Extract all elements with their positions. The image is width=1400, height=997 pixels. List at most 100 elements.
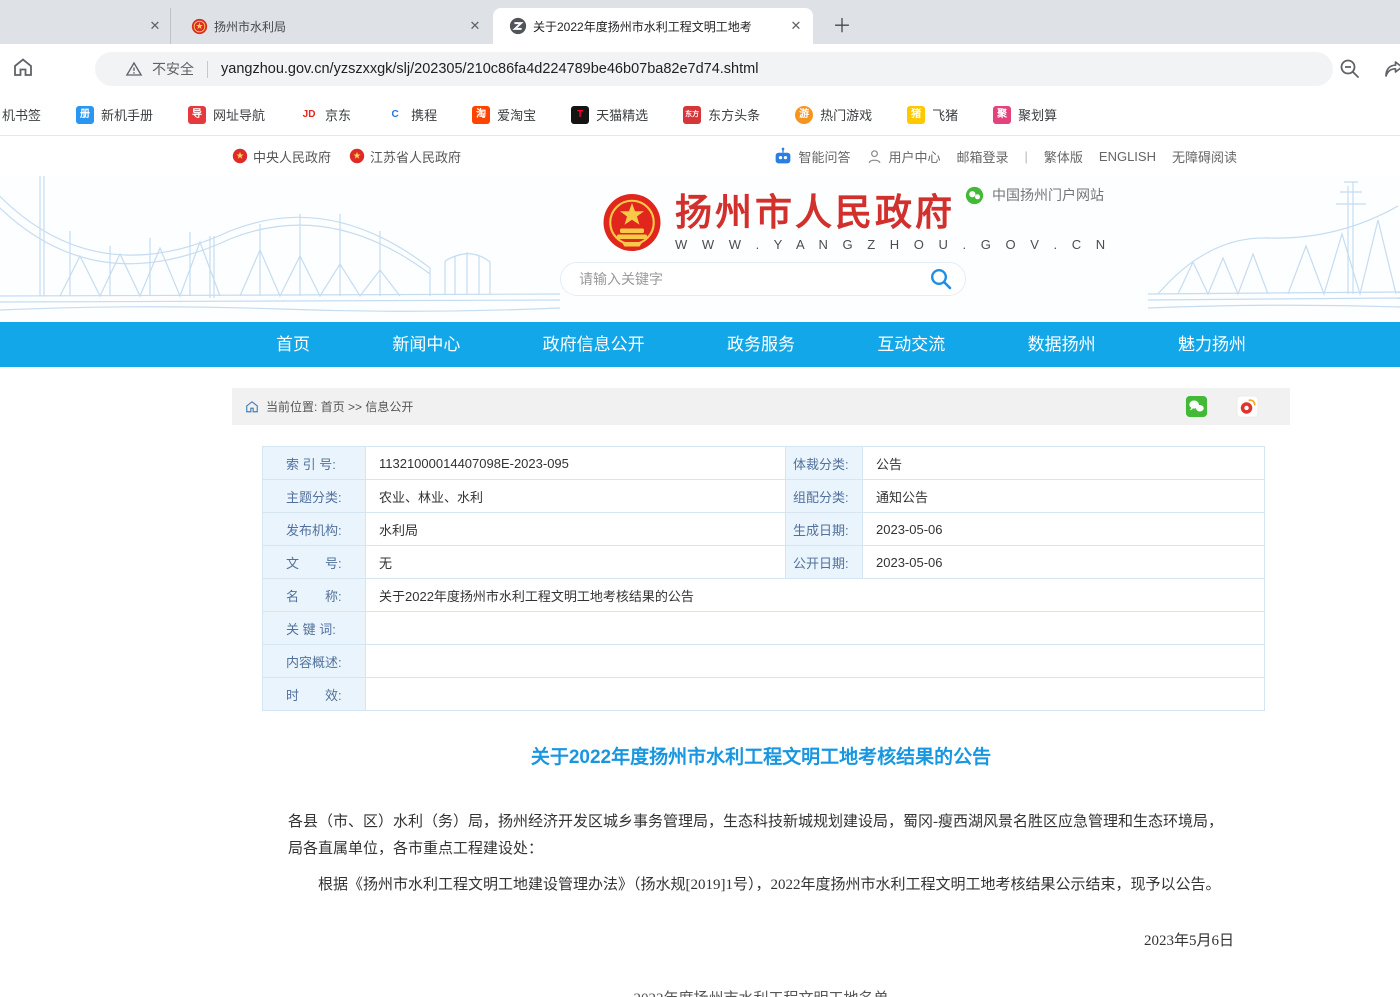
- link-label: 无障碍阅读: [1172, 147, 1237, 166]
- nav-item-news[interactable]: 新闻中心: [392, 322, 460, 367]
- bookmark-item[interactable]: T 天猫精选: [571, 105, 648, 124]
- home-button-icon[interactable]: [11, 55, 35, 84]
- meta-label: 体裁分类:: [786, 447, 863, 480]
- bookmark-item[interactable]: JD 京东: [300, 105, 351, 124]
- bookmark-label: 网址导航: [213, 105, 265, 124]
- tab-hidden[interactable]: ✕: [0, 8, 170, 44]
- bookmark-label: 机书签: [2, 105, 41, 124]
- not-secure-label: 不安全: [152, 59, 194, 79]
- link-user-center[interactable]: 用户中心: [866, 147, 940, 166]
- bookmark-label: 爱淘宝: [497, 105, 536, 124]
- meta-label: 公开日期:: [786, 546, 863, 579]
- meta-value: 11321000014407098E-2023-095: [366, 447, 786, 480]
- table-row: 发布机构: 水利局 生成日期: 2023-05-06: [263, 513, 1265, 546]
- bookmarks-bar: 机书签 册 新机手册 导 网址导航 JD 京东 C 携程 淘 爱淘宝 T 天猫精…: [0, 94, 1400, 136]
- meta-label: 时 效:: [263, 678, 366, 711]
- bookmark-item[interactable]: C 携程: [386, 105, 437, 124]
- browser-address-bar: 不安全 yangzhou.gov.cn/yzszxxgk/slj/202305/…: [0, 44, 1400, 94]
- bookmark-item[interactable]: 导 网址导航: [188, 105, 265, 124]
- content-container: 当前位置: 首页 >> 信息公开 索 引 号: 1132100001440709…: [232, 388, 1290, 997]
- table-row: 时 效:: [263, 678, 1265, 711]
- wechat-share-button-icon[interactable]: [1185, 395, 1208, 418]
- robot-icon: [773, 147, 793, 165]
- url-divider: [207, 61, 208, 78]
- search-input[interactable]: [561, 271, 929, 287]
- bookmark-item[interactable]: 淘 爱淘宝: [472, 105, 536, 124]
- tab-close-icon[interactable]: ✕: [146, 17, 164, 35]
- meta-value: 无: [366, 546, 786, 579]
- zoom-out-icon[interactable]: [1338, 57, 1362, 86]
- banner-bridge-art-right: [1148, 176, 1400, 322]
- gov-emblem-favicon-icon: [191, 18, 208, 35]
- weibo-share-button-icon[interactable]: [1236, 395, 1259, 418]
- breadcrumb-text[interactable]: 当前位置: 首页 >> 信息公开: [266, 398, 413, 415]
- nav-item-info-disclosure[interactable]: 政府信息公开: [543, 322, 645, 367]
- bookmark-item[interactable]: 东方 东方头条: [683, 105, 760, 124]
- breadcrumb: 当前位置: 首页 >> 信息公开: [232, 388, 1290, 425]
- gov-emblem-icon: [232, 148, 248, 164]
- meta-value: 水利局: [366, 513, 786, 546]
- link-smart-qa[interactable]: 智能问答: [773, 147, 850, 166]
- meta-value: [366, 678, 1265, 711]
- article-body: 关于2022年度扬州市水利工程文明工地考核结果的公告 各县（市、区）水利（务）局…: [232, 742, 1290, 997]
- link-label: 中央人民政府: [253, 147, 331, 166]
- bookmark-item[interactable]: 册 新机手册: [76, 105, 153, 124]
- link-english-version[interactable]: ENGLISH: [1099, 149, 1156, 164]
- bookmark-favicon-icon: 东方: [683, 106, 701, 124]
- site-favicon-icon: [509, 17, 527, 35]
- meta-label: 名 称:: [263, 579, 366, 612]
- bookmark-label: 东方头条: [708, 105, 760, 124]
- new-tab-button[interactable]: ＋: [828, 10, 856, 38]
- share-icon[interactable]: [1382, 57, 1400, 86]
- bookmark-item[interactable]: 猪 飞猪: [907, 105, 958, 124]
- bookmark-label: 京东: [325, 105, 351, 124]
- utility-divider: |: [1025, 149, 1028, 164]
- link-traditional-version[interactable]: 繁体版: [1044, 147, 1083, 166]
- article-paragraph: 各县（市、区）水利（务）局，扬州经济开发区城乡事务管理局，生态科技新城规划建设局…: [288, 809, 1234, 863]
- link-label: 邮箱登录: [956, 147, 1008, 166]
- table-row: 文 号: 无 公开日期: 2023-05-06: [263, 546, 1265, 579]
- site-search-box: [560, 262, 966, 296]
- nav-item-services[interactable]: 政务服务: [727, 322, 795, 367]
- link-label: 江苏省人民政府: [370, 147, 461, 166]
- link-accessibility[interactable]: 无障碍阅读: [1172, 147, 1237, 166]
- person-icon: [866, 148, 883, 165]
- bookmark-label: 飞猪: [932, 105, 958, 124]
- link-central-government[interactable]: 中央人民政府: [232, 147, 331, 166]
- link-mail-login[interactable]: 邮箱登录: [956, 147, 1008, 166]
- nav-item-data[interactable]: 数据扬州: [1028, 322, 1096, 367]
- link-label: 智能问答: [798, 147, 850, 166]
- meta-value: 通知公告: [863, 480, 1265, 513]
- nav-item-home[interactable]: 首页: [276, 322, 310, 367]
- search-button[interactable]: [929, 267, 953, 291]
- site-title: 扬州市人民政府: [675, 191, 1111, 235]
- tab-close-icon[interactable]: ✕: [466, 17, 484, 35]
- article-paragraph: 根据《扬州市水利工程文明工地建设管理办法》（扬水规[2019]1号），2022年…: [288, 872, 1234, 899]
- url-box[interactable]: 不安全 yangzhou.gov.cn/yzszxxgk/slj/202305/…: [95, 52, 1333, 86]
- tab-title: 关于2022年度扬州市水利工程文明工地考: [533, 18, 781, 35]
- tab-active-article[interactable]: 关于2022年度扬州市水利工程文明工地考 ✕: [493, 8, 813, 44]
- bookmark-label: 聚划算: [1018, 105, 1057, 124]
- bookmark-favicon-icon: C: [386, 106, 404, 124]
- meta-value: 2023-05-06: [863, 546, 1265, 579]
- bookmark-item[interactable]: 游 热门游戏: [795, 105, 872, 124]
- nav-item-interaction[interactable]: 互动交流: [877, 322, 945, 367]
- meta-label: 组配分类:: [786, 480, 863, 513]
- bookmark-favicon-icon: JD: [300, 106, 318, 124]
- article-list-title: 2022年度扬州市水利工程文明工地名单: [288, 987, 1234, 997]
- meta-label: 生成日期:: [786, 513, 863, 546]
- bookmark-item[interactable]: 聚 聚划算: [993, 105, 1057, 124]
- tab-shuiliju[interactable]: 扬州市水利局 ✕: [170, 8, 492, 44]
- bookmark-item[interactable]: 机书签: [2, 105, 41, 124]
- main-nav: 首页 新闻中心 政府信息公开 政务服务 互动交流 数据扬州 魅力扬州: [0, 322, 1400, 367]
- nav-item-charm[interactable]: 魅力扬州: [1178, 322, 1246, 367]
- search-icon: [929, 267, 953, 291]
- link-jiangsu-government[interactable]: 江苏省人民政府: [349, 147, 461, 166]
- tab-title: 扬州市水利局: [214, 18, 460, 35]
- site-utility-bar: 中央人民政府 江苏省人民政府 智能问答 用户中心 邮箱登录 | 繁体版 ENGL…: [0, 136, 1400, 176]
- bookmark-favicon-icon: 猪: [907, 106, 925, 124]
- site-logo[interactable]: 扬州市人民政府 W W W . Y A N G Z H O U . G O V …: [601, 191, 1111, 257]
- meta-value: 关于2022年度扬州市水利工程文明工地考核结果的公告: [366, 579, 1265, 612]
- tab-close-icon[interactable]: ✕: [787, 17, 805, 35]
- meta-value: 公告: [863, 447, 1265, 480]
